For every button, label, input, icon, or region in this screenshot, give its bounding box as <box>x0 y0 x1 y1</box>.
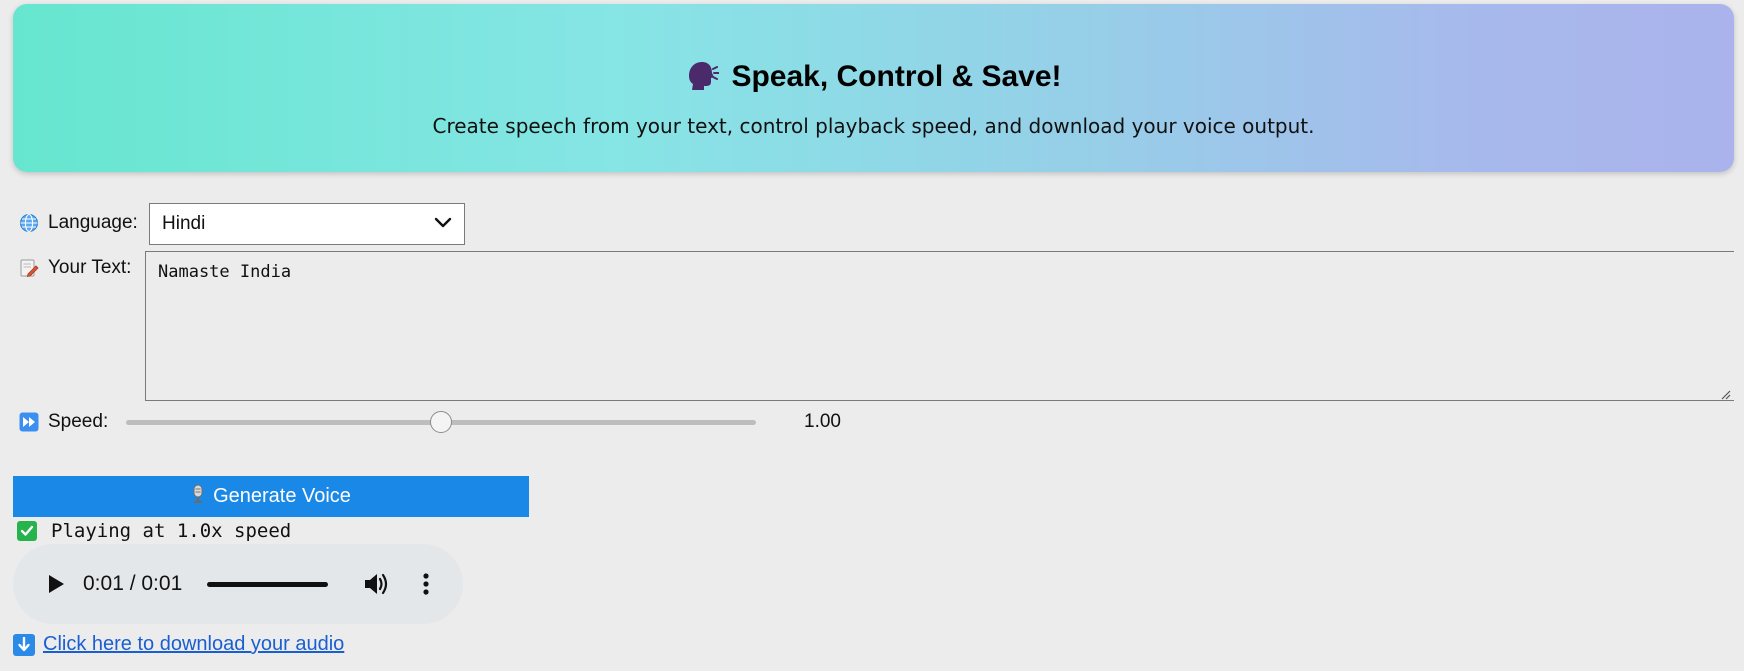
generate-voice-label: Generate Voice <box>213 485 351 507</box>
pencil-memo-icon <box>18 257 40 279</box>
speed-value: 1.00 <box>804 411 841 432</box>
speaking-head-icon <box>685 61 721 91</box>
text-label-text: Your Text: <box>48 257 132 278</box>
text-input[interactable]: Namaste India <box>145 251 1734 401</box>
language-selected-value: Hindi <box>162 213 206 234</box>
fast-forward-icon <box>18 411 40 433</box>
generate-voice-button[interactable]: Generate Voice <box>13 476 529 517</box>
download-link-text: Click here to download your audio <box>43 633 345 655</box>
title-text: Speak, Control & Save! <box>731 60 1062 93</box>
speed-label-text: Speed: <box>48 411 109 432</box>
text-input-value: Namaste India <box>158 262 292 282</box>
status-message: Playing at 1.0x speed <box>17 520 291 542</box>
speed-label: Speed: <box>18 411 108 433</box>
globe-icon <box>18 212 40 234</box>
more-options-icon[interactable] <box>421 571 431 597</box>
down-arrow-icon <box>13 633 35 656</box>
speed-slider[interactable] <box>126 411 756 433</box>
resize-grip-icon[interactable] <box>1719 385 1731 400</box>
chevron-down-icon <box>434 213 452 235</box>
speed-slider-thumb[interactable] <box>430 411 452 433</box>
text-label: Your Text: <box>18 257 131 279</box>
download-link[interactable]: Click here to download your audio <box>13 633 344 656</box>
audio-time: 0:01 / 0:01 <box>83 572 183 595</box>
audio-progress-bar[interactable] <box>207 582 328 587</box>
language-select[interactable]: Hindi <box>149 203 465 245</box>
language-label: Language: <box>18 212 138 234</box>
language-label-text: Language: <box>48 212 138 233</box>
check-mark-icon <box>17 521 37 541</box>
audio-player[interactable]: 0:01 / 0:01 <box>13 544 463 624</box>
header-banner: Speak, Control & Save! Create speech fro… <box>13 4 1734 172</box>
volume-icon[interactable] <box>363 571 391 597</box>
page-title: Speak, Control & Save! <box>13 60 1734 94</box>
play-icon[interactable] <box>43 572 67 596</box>
page-subtitle: Create speech from your text, control pl… <box>432 114 1315 138</box>
status-text: Playing at 1.0x speed <box>51 520 292 542</box>
microphone-icon <box>191 484 205 510</box>
